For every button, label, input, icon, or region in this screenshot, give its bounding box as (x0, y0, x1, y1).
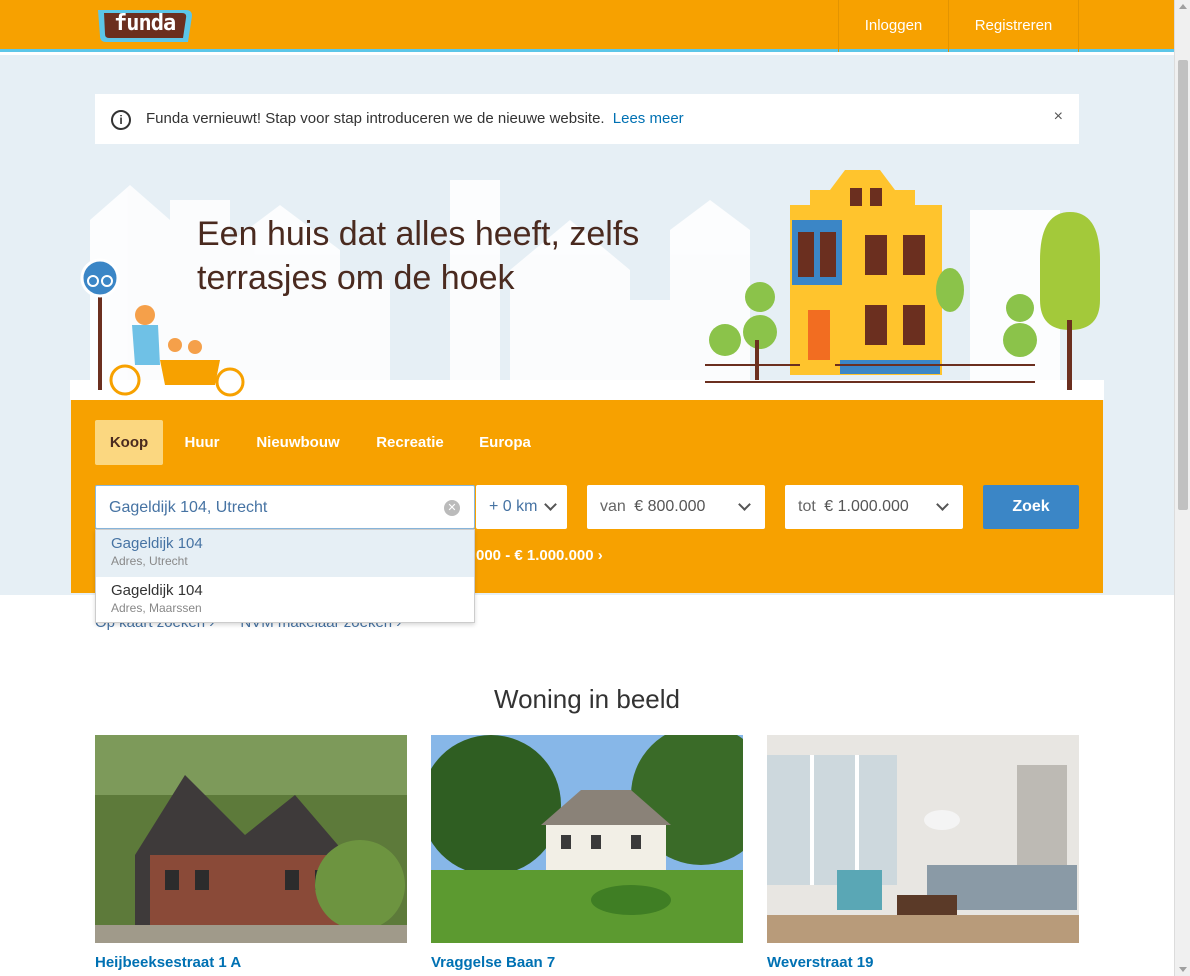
vertical-scrollbar[interactable] (1174, 0, 1190, 976)
suggestion-title: Gageldijk 104 (111, 535, 203, 552)
close-icon[interactable]: × (1054, 108, 1063, 126)
property-card[interactable]: Weverstraat 19 (767, 735, 1079, 976)
headline-line-1: Een huis dat alles heeft, zelfs (197, 215, 640, 253)
register-button[interactable]: Registreren (948, 0, 1079, 52)
scroll-thumb[interactable] (1178, 60, 1188, 510)
autocomplete-dropdown: Gageldijk 104 Adres, Utrecht Gageldijk 1… (95, 529, 475, 623)
property-photo-graphic (95, 735, 407, 943)
price-from-select[interactable]: van € 800.000 (587, 485, 765, 529)
price-to-select[interactable]: tot € 1.000.000 (785, 485, 963, 529)
login-button[interactable]: Inloggen (838, 0, 948, 52)
top-navigation-bar: funda Inloggen Registreren (0, 0, 1174, 52)
chevron-down-icon (936, 498, 949, 511)
suggestion-subtitle: Adres, Utrecht (111, 554, 188, 568)
suggestion-subtitle: Adres, Maarssen (111, 601, 202, 615)
tab-europa[interactable]: Europa (467, 420, 543, 465)
hero-headline: Een huis dat alles heeft, zelfs terrasje… (197, 212, 677, 300)
price-to-prefix: tot (798, 498, 816, 515)
property-photo[interactable] (767, 735, 1079, 943)
announcement-banner: i Funda vernieuwt! Stap voor stap introd… (95, 94, 1079, 144)
property-photo-graphic (431, 735, 743, 943)
suggestion-item[interactable]: Gageldijk 104 Adres, Maarssen (96, 577, 474, 624)
read-more-link[interactable]: Lees meer (613, 110, 684, 127)
info-icon: i (111, 110, 131, 130)
tab-recreatie[interactable]: Recreatie (363, 420, 457, 465)
tab-koop[interactable]: Koop (95, 420, 163, 465)
tab-huur[interactable]: Huur (171, 420, 233, 465)
funda-logo[interactable]: funda (96, 8, 194, 44)
suggestion-title: Gageldijk 104 (111, 582, 203, 599)
tab-nieuwbouw[interactable]: Nieuwbouw (243, 420, 353, 465)
property-title[interactable]: Weverstraat 19 (767, 954, 873, 971)
price-to-value: € 1.000.000 (824, 498, 909, 515)
price-from-prefix: van (600, 498, 626, 515)
chevron-down-icon (738, 498, 751, 511)
property-card[interactable]: Vraggelse Baan 7 (431, 735, 743, 976)
featured-section-title: Woning in beeld (494, 684, 680, 714)
logo-text: funda (114, 11, 176, 36)
price-from-value: € 800.000 (634, 498, 706, 515)
property-title[interactable]: Heijbeeksestraat 1 A (95, 954, 241, 971)
scroll-up-arrow-icon[interactable] (1179, 4, 1187, 9)
scroll-down-arrow-icon[interactable] (1179, 967, 1187, 972)
radius-value: + 0 km (489, 498, 538, 515)
property-title[interactable]: Vraggelse Baan 7 (431, 954, 555, 971)
suggestion-item[interactable]: Gageldijk 104 Adres, Utrecht (96, 530, 474, 577)
location-search-input[interactable]: Gageldijk 104, Utrecht ✕ (95, 485, 475, 529)
recent-search-link[interactable]: 000 - € 1.000.000 › (476, 547, 603, 564)
chevron-down-icon (544, 498, 557, 511)
announcement-message: Funda vernieuwt! Stap voor stap introduc… (146, 110, 605, 127)
announcement-text: Funda vernieuwt! Stap voor stap introduc… (146, 110, 684, 127)
headline-line-2: terrasjes om de hoek (197, 259, 515, 297)
clear-input-icon[interactable]: ✕ (444, 500, 460, 516)
property-photo[interactable] (431, 735, 743, 943)
property-photo[interactable] (95, 735, 407, 943)
location-input-value: Gageldijk 104, Utrecht (109, 499, 268, 516)
property-photo-graphic (767, 735, 1079, 943)
radius-select[interactable]: + 0 km (476, 485, 567, 529)
search-button[interactable]: Zoek (983, 485, 1079, 529)
property-card[interactable]: Heijbeeksestraat 1 A (95, 735, 407, 976)
